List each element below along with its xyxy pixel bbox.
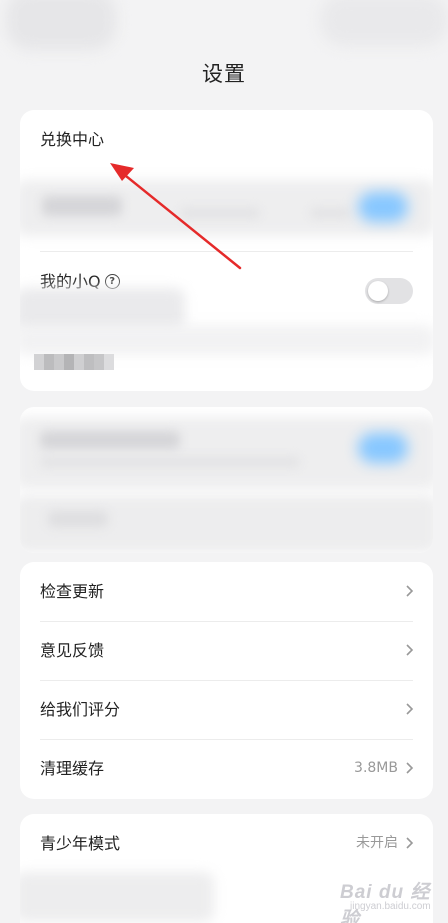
watermark-url: jingyan.baidu.com <box>350 901 431 912</box>
blurred-text <box>310 208 350 218</box>
settings-screen: 设置 兑换中心 我的小Q? 检查更新 意见反馈 给我们评分 清理缓存 3.8MB… <box>0 0 448 923</box>
blurred-toggle <box>358 433 408 463</box>
account-section-card: 兑换中心 我的小Q? <box>20 110 433 391</box>
general-section-card: 检查更新 意见反馈 给我们评分 清理缓存 3.8MB <box>20 562 433 799</box>
feedback-label: 意见反馈 <box>40 641 105 660</box>
blurred-text <box>42 196 122 216</box>
blurred-text <box>40 457 300 467</box>
feedback-row[interactable]: 意见反馈 <box>20 621 433 680</box>
clear-cache-row[interactable]: 清理缓存 3.8MB <box>20 739 433 798</box>
clear-cache-label: 清理缓存 <box>40 759 105 778</box>
blurred-section-card <box>20 407 433 553</box>
chevron-right-icon <box>406 644 414 656</box>
redeem-center-label: 兑换中心 <box>40 130 105 149</box>
watermark-logo: Bai du 经验 <box>340 882 431 923</box>
teen-mode-label: 青少年模式 <box>40 834 121 853</box>
blurred-toggle <box>358 192 408 222</box>
chevron-right-icon <box>406 585 414 597</box>
chevron-right-icon <box>406 703 414 715</box>
redeem-center-row[interactable]: 兑换中心 <box>20 110 433 169</box>
chevron-right-icon <box>406 837 414 849</box>
blurred-text <box>180 208 260 218</box>
toggle-knob <box>368 281 388 301</box>
teen-mode-status: 未开启 <box>356 835 398 851</box>
blurred-region <box>6 0 116 50</box>
help-icon[interactable]: ? <box>104 274 120 289</box>
teen-mode-row[interactable]: 青少年模式 未开启 <box>20 814 433 873</box>
cache-size-value: 3.8MB <box>354 760 398 776</box>
blurred-region <box>320 0 448 46</box>
baidu-watermark: Bai du 经验 jingyan.baidu.com <box>340 877 440 923</box>
chevron-right-icon <box>406 762 414 774</box>
blurred-top-area <box>0 0 448 60</box>
page-title: 设置 <box>202 62 246 86</box>
blurred-row <box>20 872 214 922</box>
rate-us-label: 给我们评分 <box>40 700 121 719</box>
blurred-row <box>20 325 433 355</box>
check-update-label: 检查更新 <box>40 582 105 601</box>
check-update-row[interactable]: 检查更新 <box>20 562 433 621</box>
mosaic-blurred-text <box>34 354 114 370</box>
my-xiaoq-toggle[interactable] <box>365 278 413 304</box>
rate-us-row[interactable]: 给我们评分 <box>20 680 433 739</box>
blurred-text <box>48 511 108 527</box>
blurred-text <box>40 431 180 449</box>
